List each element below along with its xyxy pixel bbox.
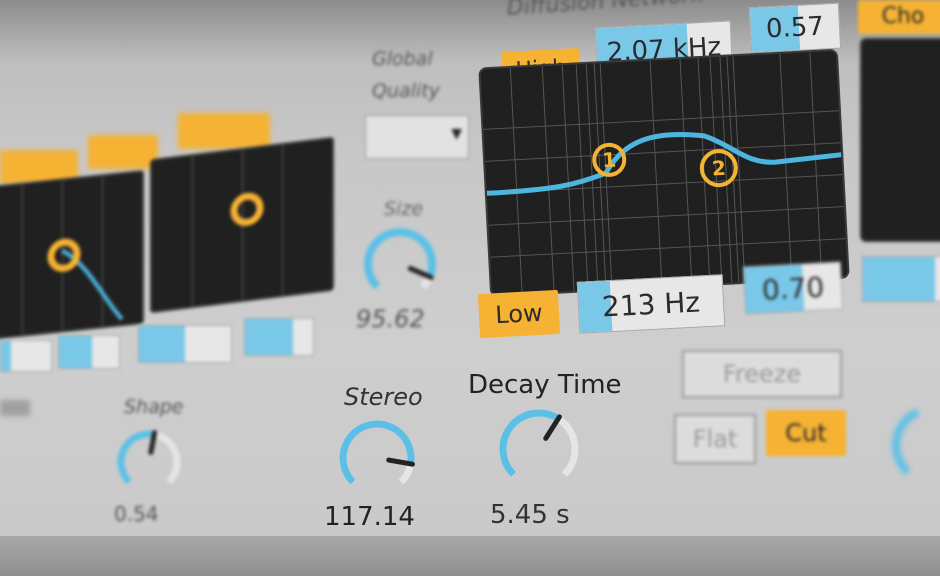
low-button[interactable]: Low [477, 289, 561, 339]
chorus-label: Cho [881, 4, 925, 29]
size-knob[interactable] [358, 222, 442, 306]
high-value-field[interactable]: 0.57 [748, 2, 842, 54]
stereo-value: 117.14 [324, 502, 415, 532]
stereo-knob[interactable] [334, 414, 420, 504]
shape-value: 0.54 [114, 502, 159, 526]
left-orange-button-3[interactable] [178, 113, 270, 149]
left-display-1[interactable] [0, 169, 144, 341]
diffusion-grid [483, 52, 846, 294]
quality-label: Quality [372, 80, 440, 102]
low-freq-value: 213 Hz [601, 284, 701, 324]
shape-label: Shape [124, 396, 184, 418]
decay-value: 5.45 s [490, 500, 570, 530]
decay-knob[interactable] [494, 404, 584, 494]
left-field-1[interactable] [0, 340, 52, 372]
decay-label: Decay Time [468, 370, 622, 400]
quality-dropdown[interactable]: ▼ [365, 115, 469, 159]
left-orange-button-2[interactable] [88, 135, 158, 169]
shape-knob[interactable] [112, 420, 186, 504]
size-label: Size [384, 198, 424, 220]
diffusion-curve [486, 131, 842, 196]
left-display-2[interactable] [150, 136, 334, 314]
bottom-bar [0, 536, 940, 576]
low-value-field[interactable]: 0.70 [742, 261, 844, 315]
left-field-3[interactable] [138, 325, 232, 363]
left-edge-label [0, 400, 30, 416]
right-edge-knob[interactable] [878, 392, 940, 492]
freeze-button[interactable]: Freeze [682, 350, 842, 398]
chevron-down-icon: ▼ [451, 126, 462, 142]
left-field-2[interactable] [58, 335, 120, 369]
chorus-display[interactable] [860, 38, 940, 242]
flat-button[interactable]: Flat [674, 414, 756, 464]
node-1-label: 1 [601, 147, 617, 173]
node-2-label: 2 [711, 155, 727, 181]
diffusion-display[interactable]: 1 2 [478, 48, 850, 298]
chorus-field[interactable] [862, 256, 940, 302]
size-value: 95.62 [356, 305, 425, 333]
low-value: 0.70 [761, 269, 825, 307]
high-value: 0.57 [765, 11, 825, 45]
cut-button[interactable]: Cut [766, 410, 846, 456]
global-label: Global [372, 48, 433, 70]
left-field-4[interactable] [244, 318, 314, 356]
low-freq-field[interactable]: 213 Hz [576, 274, 726, 334]
stereo-label: Stereo [344, 383, 423, 411]
chorus-button[interactable]: Cho [858, 0, 940, 34]
